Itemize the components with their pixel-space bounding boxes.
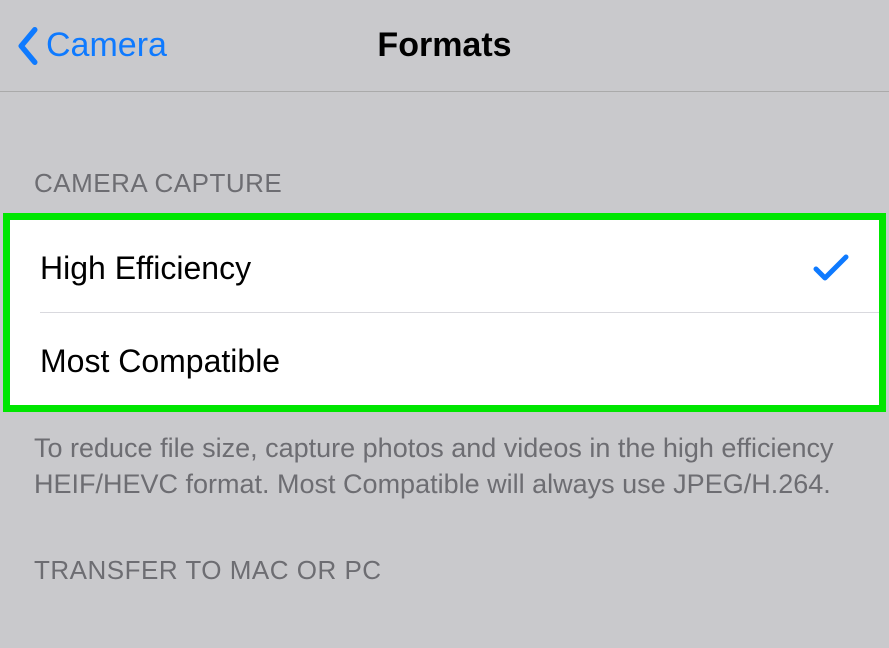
navigation-bar: Camera Formats	[0, 0, 889, 92]
section-footer-capture: To reduce file size, capture photos and …	[0, 412, 889, 503]
section-header-capture: CAMERA CAPTURE	[0, 92, 889, 213]
page-title: Formats	[377, 26, 511, 65]
checkmark-icon	[813, 253, 849, 283]
chevron-left-icon	[14, 27, 42, 65]
option-label: Most Compatible	[40, 343, 280, 380]
option-label: High Efficiency	[40, 250, 251, 287]
section-header-transfer: TRANSFER TO MAC OR PC	[0, 503, 889, 600]
back-button[interactable]: Camera	[14, 26, 167, 65]
capture-options-group: High Efficiency Most Compatible	[3, 213, 886, 412]
back-label: Camera	[46, 26, 167, 65]
option-high-efficiency[interactable]: High Efficiency	[10, 220, 879, 312]
option-most-compatible[interactable]: Most Compatible	[10, 313, 879, 405]
